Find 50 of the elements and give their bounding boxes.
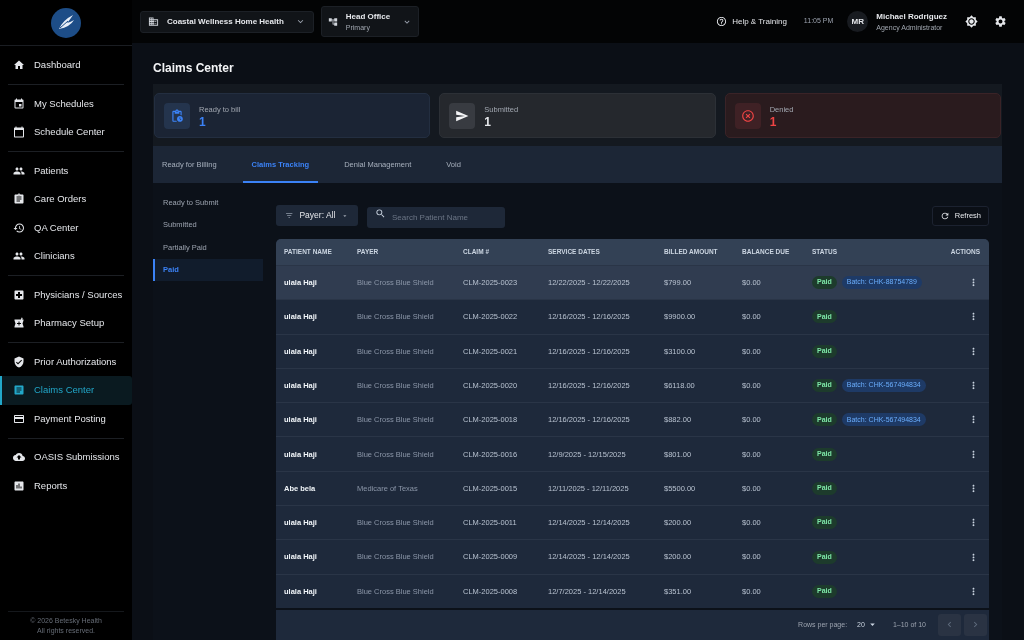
bar-chart-icon [13,479,25,492]
avatar: MR [847,11,869,32]
pharmacy-icon [13,317,25,330]
calendar-icon [13,97,25,110]
sidebar-item[interactable]: Clinicians [0,242,132,271]
filter-icon [285,210,294,221]
sidebar-item[interactable]: Prior Authorizations [0,347,132,376]
sidebar-item[interactable]: Care Orders [0,185,132,214]
refresh-icon [939,210,950,221]
help-link[interactable]: Help & Training [716,15,787,28]
credit-card-icon [13,412,25,425]
page-title: Claims Center [153,60,235,76]
circle-x-icon [734,102,761,129]
help-icon [716,16,728,27]
stat-value: 1 [199,115,207,128]
sidebar-item[interactable]: Dashboard [0,51,132,80]
payer-filter-button[interactable]: Payer: All [276,205,358,226]
sidebar-item[interactable]: Payment Posting [0,404,132,433]
history-icon [13,221,25,234]
branch-name: Head Office [345,10,391,22]
settings-icon[interactable] [994,15,1007,28]
sidebar-item[interactable]: My Schedules [0,89,132,118]
clipboard-clock-icon [164,102,190,129]
people-icon [13,250,25,263]
sidebar-item[interactable]: QA Center [0,213,132,242]
sidebar-item[interactable]: Claims Center [0,376,132,405]
search-icon [375,208,386,219]
medical-cross-icon [13,288,25,301]
building-icon [148,16,159,27]
sidebar-item[interactable]: Pharmacy Setup [0,309,132,338]
cloud-upload-icon [13,451,25,464]
document-icon [13,384,25,397]
organization-select[interactable]: Coastal Wellness Home Health [140,10,314,33]
calendar-icon [13,126,25,139]
home-icon [13,59,25,72]
brightness-icon[interactable] [965,15,978,28]
sidebar-item[interactable]: OASIS Submissions [0,443,132,472]
hierarchy-icon [327,16,338,27]
sidebar-item[interactable]: Patients [0,156,132,185]
send-icon [449,102,476,129]
logo-icon [51,7,81,38]
sidebar-item[interactable]: Schedule Center [0,118,132,147]
clipboard-icon [13,193,25,206]
stat-value: 1 [484,115,492,128]
sidebar-item[interactable]: Reports [0,471,132,500]
stat-value: 1 [769,115,778,128]
shield-check-icon [13,355,25,368]
user-name: Michael Rodriguez [876,10,947,22]
sidebar-item[interactable]: Physicians / Sources [0,280,132,309]
search-field[interactable]: Search Patient Name [367,207,505,228]
